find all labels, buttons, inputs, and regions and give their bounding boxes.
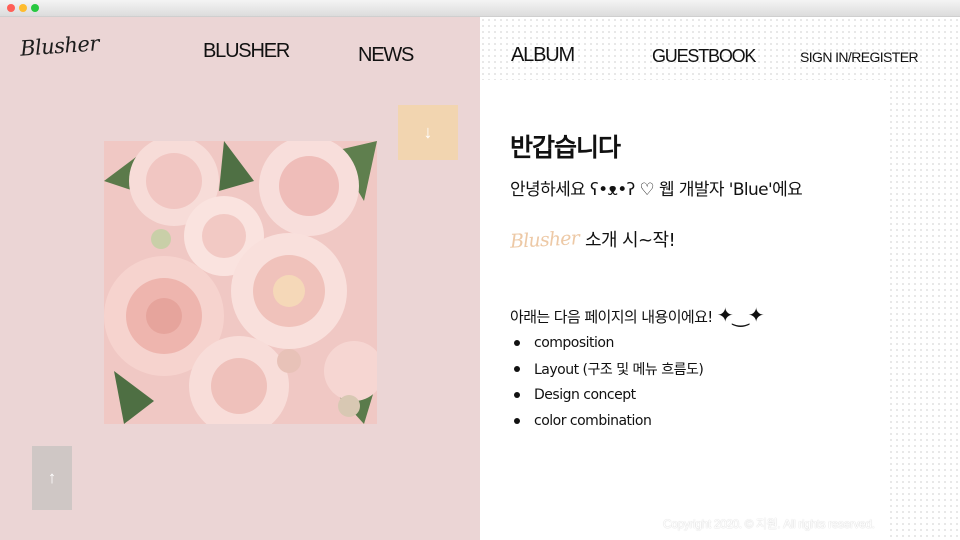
greeting-text: 안녕하세요 ʕ•ᴥ•ʔ ♡ 웹 개발자 'Blue'에요 [510, 180, 803, 200]
bullet-icon [514, 340, 520, 346]
window-titlebar [0, 0, 960, 17]
scroll-up-button[interactable]: ↑ [32, 446, 72, 510]
nav-blusher[interactable]: BLUSHER [203, 40, 290, 63]
intro-heading: 반갑습니다 [510, 133, 621, 162]
maximize-window-button[interactable] [31, 4, 39, 12]
topic-label: color combination [534, 413, 652, 429]
arrow-up-icon: ↑ [47, 468, 57, 487]
bullet-icon [514, 392, 520, 398]
topic-label: composition [534, 335, 614, 351]
list-item: color combination [514, 408, 703, 434]
list-item: Design concept [514, 382, 703, 408]
sparkle-icon: ✦‿✦ [716, 303, 765, 327]
list-item: composition [514, 330, 703, 356]
nav-news[interactable]: NEWS [358, 44, 414, 67]
bullet-icon [514, 366, 520, 372]
intro-start-line: Blusher 소개 시~작! [509, 226, 676, 253]
close-window-button[interactable] [7, 4, 15, 12]
peony-bouquet-photo [104, 141, 377, 424]
list-item: Layout (구조 및 메뉴 흐름도) [514, 356, 704, 382]
scroll-down-button[interactable]: ↓ [398, 105, 458, 160]
nav-signin-register[interactable]: SIGN IN/REGISTER [800, 49, 919, 65]
topic-label: Design concept [534, 387, 636, 403]
brand-wordmark: Blusher [509, 227, 580, 253]
arrow-down-icon: ↓ [423, 122, 433, 142]
footer-copyright: Copyright 2020. © 지원. All rights reserve… [663, 517, 875, 531]
topic-label: Layout (구조 및 메뉴 흐름도) [534, 362, 704, 378]
pages-intro-text: 아래는 다음 페이지의 내용이에요! ✦‿✦ [510, 303, 764, 327]
bullet-icon [514, 418, 520, 424]
topic-list: composition Layout (구조 및 메뉴 흐름도) Design … [514, 330, 704, 434]
intro-start-text: 소개 시~작! [585, 230, 676, 251]
pages-intro-label: 아래는 다음 페이지의 내용이에요! [510, 308, 713, 326]
minimize-window-button[interactable] [19, 4, 27, 12]
nav-album[interactable]: ALBUM [511, 44, 575, 67]
nav-guestbook[interactable]: GUESTBOOK [652, 46, 756, 67]
